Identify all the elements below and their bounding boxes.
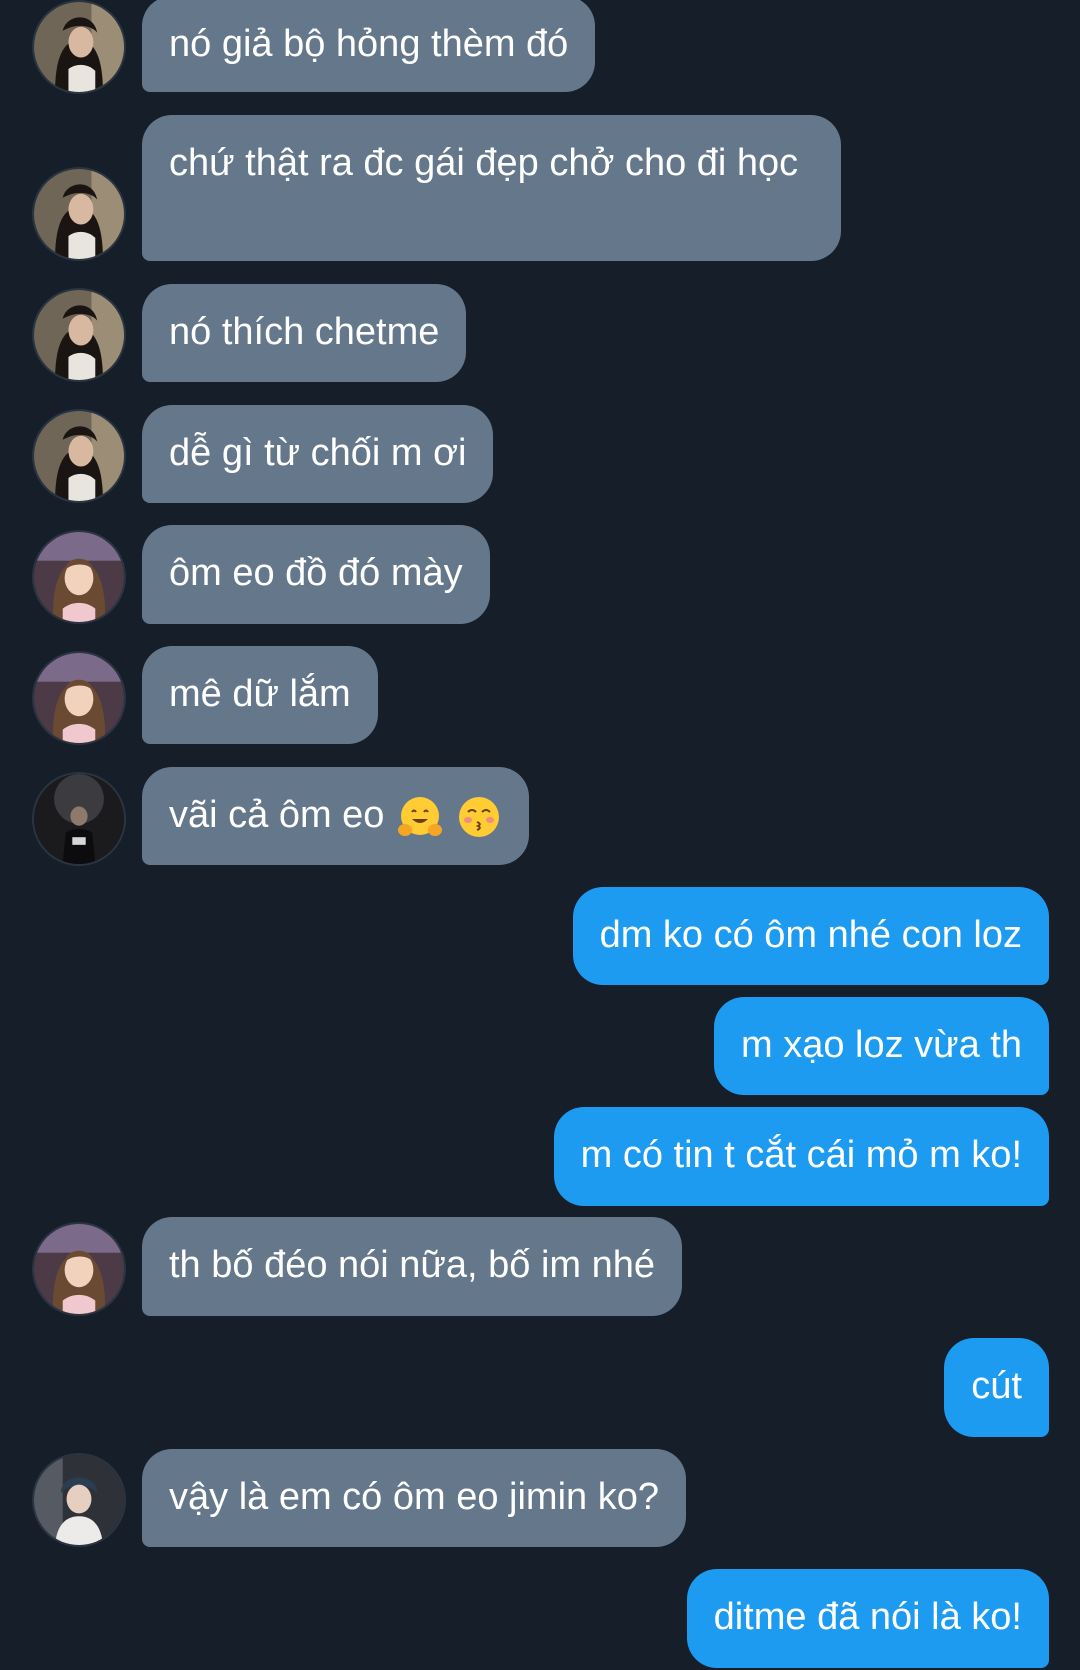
outgoing-message-bubble[interactable]: cút	[944, 1338, 1049, 1437]
avatar[interactable]	[32, 0, 126, 94]
incoming-message-bubble[interactable]: vãi cả ôm eo	[142, 767, 529, 865]
incoming-message-bubble[interactable]: dễ gì từ chối m ơi	[142, 405, 494, 503]
message-text: chứ thật ra đc gái đẹp chở cho đi học	[169, 142, 799, 184]
avatar[interactable]	[32, 409, 126, 503]
message-text: m xạo loz vừa th	[741, 1024, 1022, 1066]
outgoing-message-bubble[interactable]: m xạo loz vừa th	[714, 997, 1049, 1095]
message-text: mê dữ lắm	[169, 673, 351, 715]
message-text: nó thích chetme	[169, 311, 440, 353]
message-text: vậy là em có ôm eo jimin ko?	[169, 1476, 659, 1518]
avatar[interactable]	[32, 288, 126, 382]
profile-photo-icon	[34, 290, 124, 380]
incoming-message-bubble[interactable]: nó giả bộ hỏng thèm đó	[142, 0, 596, 92]
outgoing-message-bubble[interactable]: m có tin t cắt cái mỏ m ko!	[553, 1107, 1049, 1206]
profile-photo-icon	[34, 1224, 124, 1314]
hugging-face-emoji	[397, 794, 443, 840]
profile-photo-icon	[34, 169, 124, 259]
message-text: dễ gì từ chối m ơi	[169, 432, 467, 474]
message-text: th bố đéo nói nữa, bố im nhé	[169, 1244, 656, 1286]
incoming-message-bubble[interactable]: vậy là em có ôm eo jimin ko?	[142, 1449, 686, 1547]
incoming-message-bubble[interactable]: nó thích chetme	[142, 284, 467, 382]
message-text: m có tin t cắt cái mỏ m ko!	[580, 1134, 1022, 1176]
chat-thread: nó giả bộ hỏng thèm đó chứ thật ra đc gá…	[0, 0, 1080, 1670]
avatar[interactable]	[32, 167, 126, 261]
profile-photo-icon	[34, 411, 124, 501]
profile-photo-icon	[34, 2, 124, 92]
profile-photo-icon	[34, 532, 124, 622]
outgoing-message-bubble[interactable]: dm ko có ôm nhé con loz	[572, 887, 1049, 985]
message-text: ditme đã nói là ko!	[713, 1596, 1022, 1638]
message-text: vãi cả ôm eo	[169, 794, 385, 836]
incoming-message-bubble[interactable]: th bố đéo nói nữa, bố im nhé	[142, 1217, 683, 1316]
message-text: ôm eo đồ đó mày	[169, 552, 463, 594]
message-text: dm ko có ôm nhé con loz	[599, 914, 1022, 956]
outgoing-message-bubble[interactable]: ditme đã nói là ko!	[686, 1569, 1049, 1668]
incoming-message-bubble[interactable]: ôm eo đồ đó mày	[142, 525, 490, 624]
avatar[interactable]	[32, 1222, 126, 1316]
kissing-face-emoji	[456, 794, 502, 840]
avatar[interactable]	[32, 772, 126, 866]
incoming-message-bubble[interactable]: chứ thật ra đc gái đẹp chở cho đi học	[142, 115, 841, 261]
avatar[interactable]	[32, 1453, 126, 1547]
avatar[interactable]	[32, 651, 126, 745]
message-text: nó giả bộ hỏng thèm đó	[169, 23, 569, 65]
avatar[interactable]	[32, 530, 126, 624]
profile-photo-icon	[34, 1455, 124, 1545]
profile-photo-icon	[34, 774, 124, 864]
profile-photo-icon	[34, 653, 124, 743]
message-text: cút	[971, 1365, 1022, 1407]
incoming-message-bubble[interactable]: mê dữ lắm	[142, 646, 378, 744]
